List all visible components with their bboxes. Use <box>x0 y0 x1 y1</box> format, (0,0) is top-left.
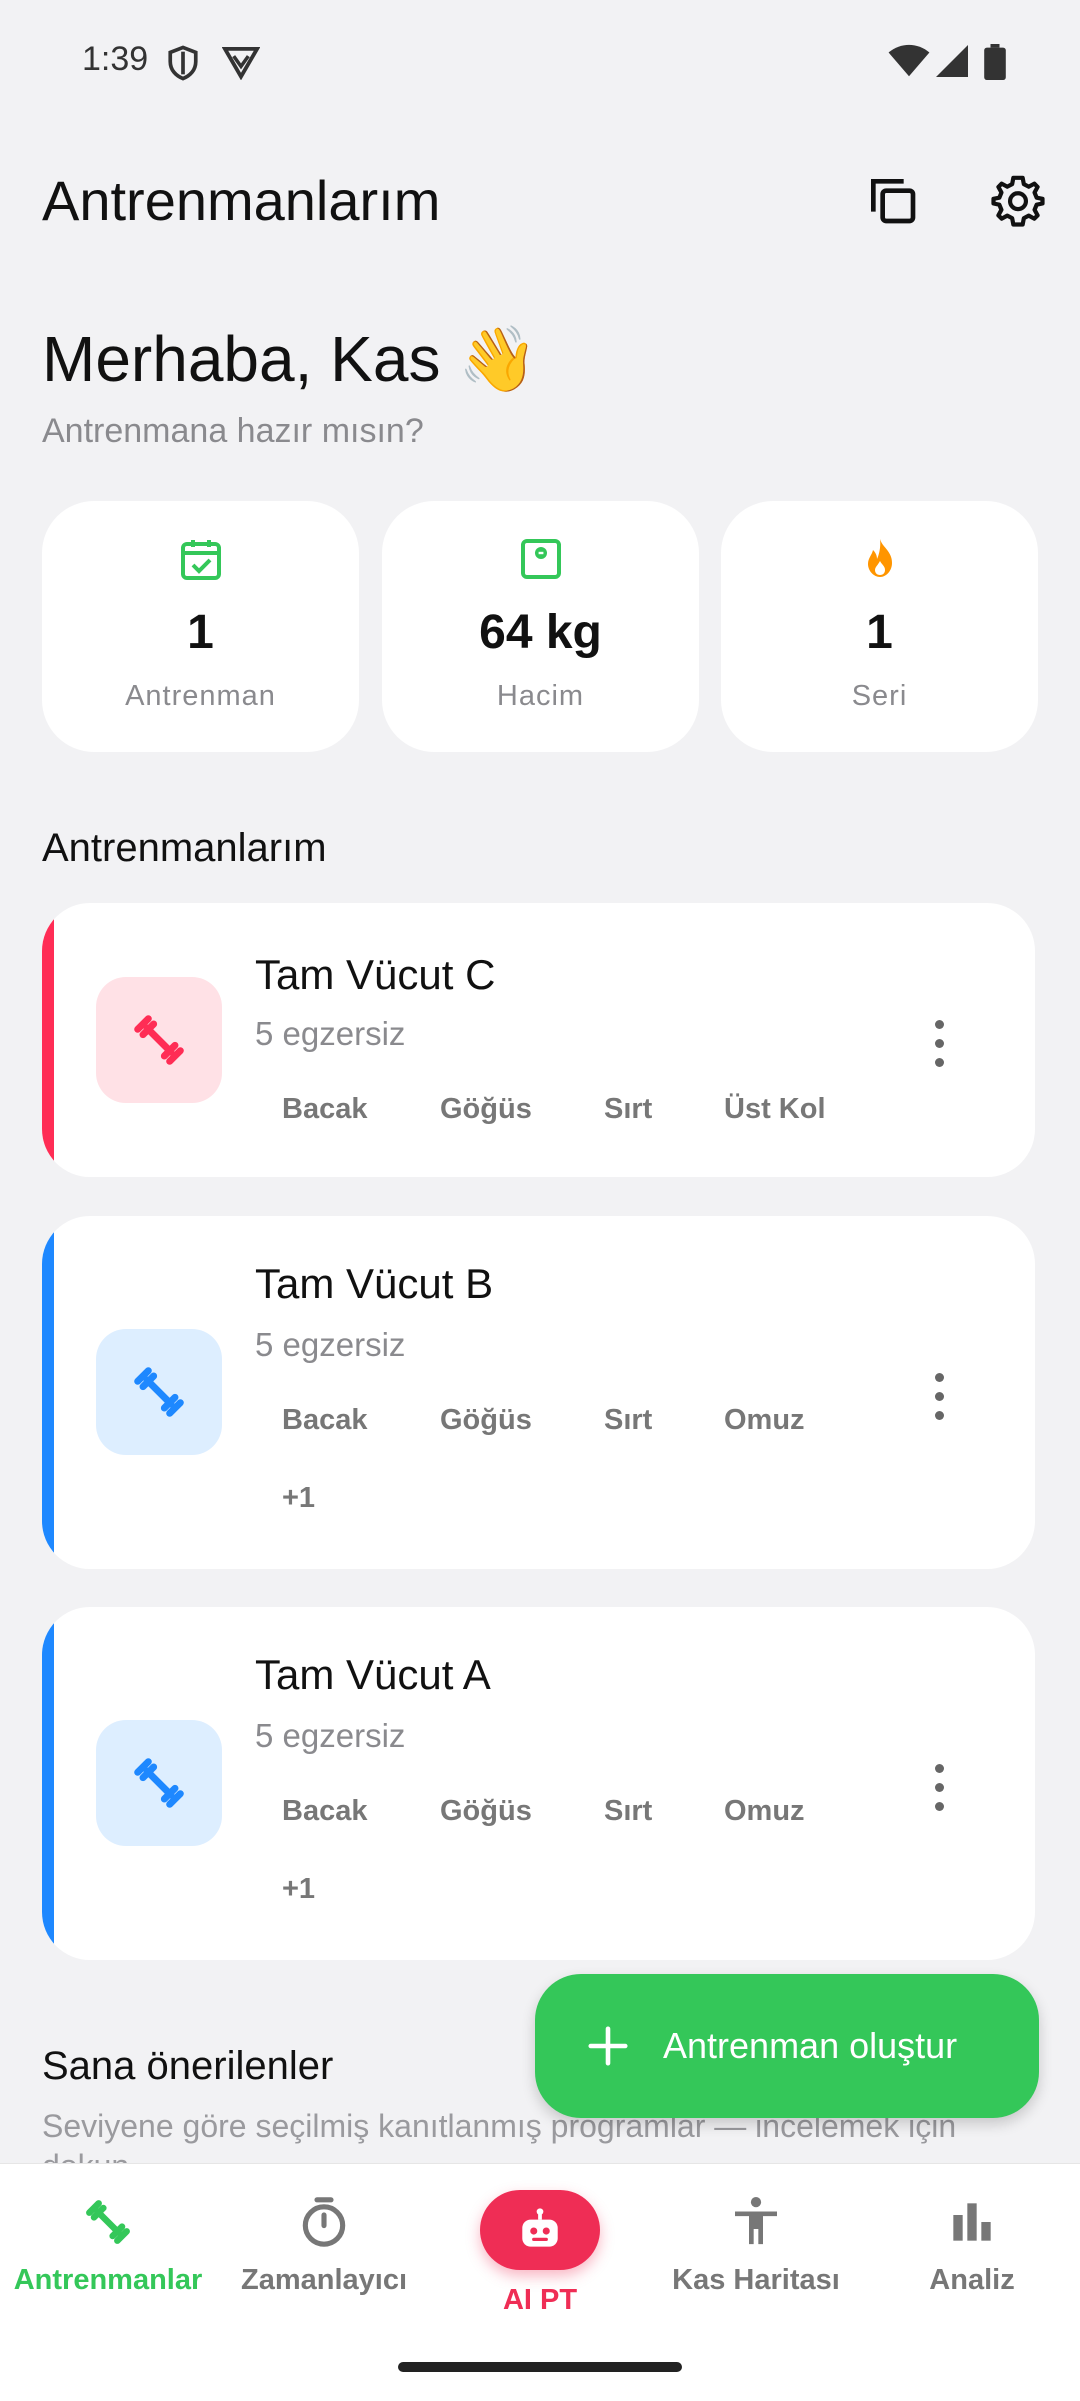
status-time: 1:39 <box>82 40 149 78</box>
greeting-subtitle: Antrenmana hazır mısın? <box>42 412 424 450</box>
accent-stripe <box>42 1607 54 1960</box>
create-workout-label: Antrenman oluştur <box>663 2025 958 2066</box>
more-options-button[interactable] <box>929 1759 949 1816</box>
calendar-check-icon <box>180 540 221 580</box>
stat-value: 1 <box>866 606 893 659</box>
workout-name: Tam Vücut B <box>255 1260 494 1307</box>
stat-value: 64 kg <box>479 606 602 659</box>
muscle-tag: Göğüs <box>440 1093 532 1125</box>
nav-timer[interactable]: Zamanlayıcı <box>216 2194 432 2297</box>
muscle-tag: Omuz <box>724 1404 805 1436</box>
ai-pt-pill <box>480 2190 600 2270</box>
workouts-section-title: Antrenmanlarım <box>42 826 327 870</box>
stat-card-volume: 64 kg Hacim <box>382 501 699 752</box>
workout-card[interactable]: Tam Vücut B 5 egzersiz Bacak Göğüs Sırt … <box>42 1216 1035 1569</box>
muscle-tag: Sırt <box>604 1404 653 1436</box>
cell-signal-icon <box>936 45 968 77</box>
dumbbell-icon <box>134 1015 184 1065</box>
more-options-button[interactable] <box>929 1368 949 1425</box>
battery-icon <box>984 44 1006 80</box>
dumbbell-icon <box>134 1758 184 1808</box>
copy-icon <box>871 179 916 224</box>
accent-stripe <box>42 1216 54 1569</box>
workout-card[interactable]: Tam Vücut A 5 egzersiz Bacak Göğüs Sırt … <box>42 1607 1035 1960</box>
nav-muscle-map[interactable]: Kas Haritası <box>648 2194 864 2297</box>
page-title: Antrenmanlarım <box>42 169 441 232</box>
create-workout-button[interactable]: Antrenman oluştur <box>535 1974 1039 2118</box>
settings-button[interactable] <box>986 168 1050 232</box>
nav-analysis[interactable]: Analiz <box>864 2194 1080 2297</box>
workout-icon-box <box>96 1720 222 1846</box>
accent-stripe <box>42 903 54 1177</box>
muscle-tag: Bacak <box>282 1093 368 1125</box>
nav-label: Kas Haritası <box>672 2264 840 2296</box>
more-options-button[interactable] <box>929 1015 949 1072</box>
nav-workouts[interactable]: Antrenmanlar <box>0 2194 216 2297</box>
stat-label: Seri <box>851 680 908 712</box>
muscle-tag: Göğüs <box>440 1404 532 1436</box>
dumbbell-icon <box>86 2200 130 2244</box>
plus-icon <box>588 2026 628 2066</box>
more-tags-chip: +1 <box>282 1873 316 1905</box>
vpn-icon <box>222 46 260 80</box>
nav-label: Analiz <box>929 2264 1015 2296</box>
muscle-tag: Üst Kol <box>724 1093 826 1125</box>
bar-chart-icon <box>953 2203 991 2241</box>
nav-label: Antrenmanlar <box>13 2264 203 2296</box>
workout-name: Tam Vücut A <box>255 1651 491 1698</box>
more-tags-chip: +1 <box>282 1482 316 1514</box>
scale-icon <box>520 539 561 579</box>
muscle-tag: Omuz <box>724 1795 805 1827</box>
home-indicator <box>398 2362 682 2372</box>
nav-label: AI PT <box>502 2284 578 2316</box>
workout-icon-box <box>96 1329 222 1455</box>
stat-card-workouts: 1 Antrenman <box>42 501 359 752</box>
robot-icon <box>522 2208 558 2247</box>
muscle-tag: Bacak <box>282 1795 368 1827</box>
flame-icon <box>867 539 892 577</box>
dumbbell-icon <box>134 1367 184 1417</box>
workout-exercise-count: 5 egzersiz <box>255 1326 406 1363</box>
workout-exercise-count: 5 egzersiz <box>255 1015 406 1052</box>
muscle-tag: Sırt <box>604 1795 653 1827</box>
wifi-icon <box>888 44 930 77</box>
workout-exercise-count: 5 egzersiz <box>255 1717 406 1754</box>
stat-label: Antrenman <box>125 680 276 712</box>
nav-ai-pt[interactable]: AI PT <box>432 2190 648 2317</box>
muscle-tag: Bacak <box>282 1404 368 1436</box>
muscle-tag: Sırt <box>604 1093 653 1125</box>
workout-card[interactable]: Tam Vücut C 5 egzersiz Bacak Göğüs Sırt … <box>42 903 1035 1177</box>
stat-value: 1 <box>187 606 214 659</box>
nav-label: Zamanlayıcı <box>240 2264 408 2296</box>
stat-label: Hacim <box>496 680 585 712</box>
body-icon <box>735 2197 777 2245</box>
stat-card-streak: 1 Seri <box>721 501 1038 752</box>
greeting-title: Merhaba, Kas 👋 <box>42 323 538 395</box>
workout-icon-box <box>96 977 222 1103</box>
muscle-tag: Göğüs <box>440 1795 532 1827</box>
gear-icon <box>991 175 1045 227</box>
stopwatch-icon <box>302 2197 346 2247</box>
copy-button[interactable] <box>860 168 924 232</box>
shield-icon <box>168 45 198 81</box>
workout-name: Tam Vücut C <box>255 951 496 998</box>
suggestions-title: Sana önerilenler <box>42 2044 334 2088</box>
